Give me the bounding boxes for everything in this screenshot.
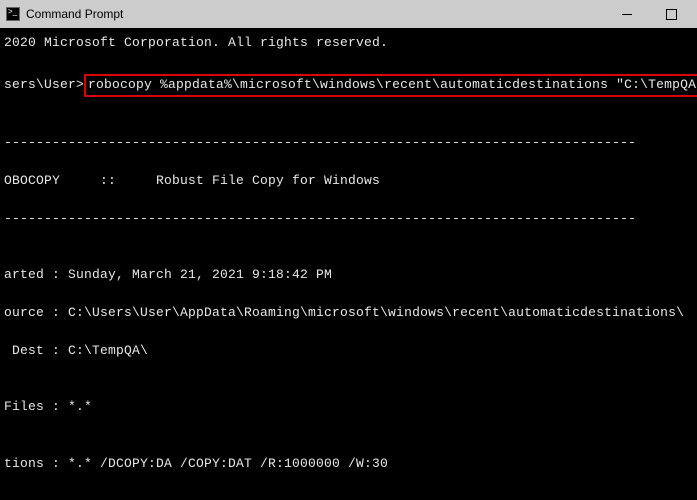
- command-highlight: robocopy %appdata%\microsoft\windows\rec…: [84, 74, 697, 97]
- started-line: arted : Sunday, March 21, 2021 9:18:42 P…: [4, 266, 693, 285]
- terminal-output[interactable]: 2020 Microsoft Corporation. All rights r…: [0, 28, 697, 500]
- dest-line: Dest : C:\TempQA\: [4, 342, 693, 361]
- robocopy-header: OBOCOPY :: Robust File Copy for Windows: [4, 172, 693, 191]
- console-icon: [6, 7, 20, 21]
- titlebar: Command Prompt: [0, 0, 697, 28]
- maximize-button[interactable]: [649, 0, 693, 28]
- titlebar-left: Command Prompt: [4, 7, 123, 21]
- copyright-line: 2020 Microsoft Corporation. All rights r…: [4, 34, 693, 53]
- minimize-button[interactable]: [605, 0, 649, 28]
- prompt-line: sers\User>robocopy %appdata%\microsoft\w…: [4, 72, 693, 97]
- options-line: tions : *.* /DCOPY:DA /COPY:DAT /R:10000…: [4, 455, 693, 474]
- window-title: Command Prompt: [26, 7, 123, 21]
- prompt-prefix: sers\User>: [4, 77, 84, 92]
- command-text: robocopy %appdata%\microsoft\windows\rec…: [88, 77, 697, 92]
- sep-line: ----------------------------------------…: [4, 210, 693, 229]
- source-line: ource : C:\Users\User\AppData\Roaming\mi…: [4, 304, 693, 323]
- files-line: Files : *.*: [4, 398, 693, 417]
- sep-line: ----------------------------------------…: [4, 134, 693, 153]
- window-controls: [605, 0, 693, 28]
